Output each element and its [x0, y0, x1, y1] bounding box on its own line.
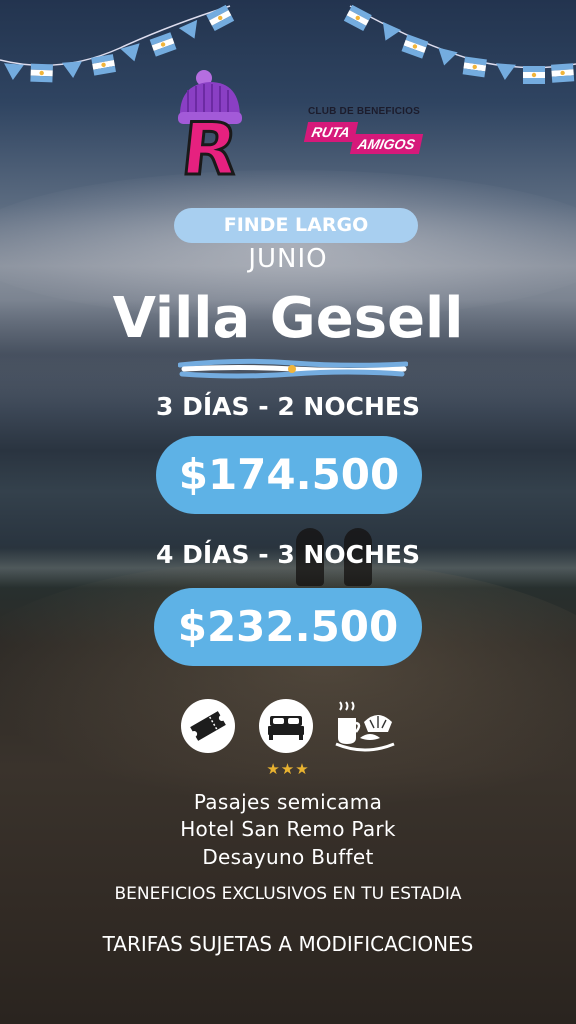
club-logo: CLUB DE BENEFICIOS RUTA AMIGOS: [303, 106, 424, 166]
breakfast-icon: [335, 701, 395, 752]
ticket-icon: [181, 699, 235, 753]
package-2-price: $232.500: [154, 588, 422, 666]
argentina-flag: [149, 32, 177, 57]
argentina-flag: [30, 63, 53, 83]
package-2-duration: 4 DÍAS - 3 NOCHES: [156, 540, 420, 569]
month-label: JUNIO: [248, 244, 328, 274]
argentina-flag: [462, 56, 487, 78]
hotel-stars: ★★★: [266, 760, 310, 778]
flag-bunting: [0, 4, 576, 84]
argentina-flag: [343, 4, 372, 32]
argentina-flag: [206, 4, 235, 32]
finde-largo-badge: FINDE LARGO: [174, 208, 418, 243]
blue-pennant: [178, 19, 198, 39]
package-1-duration: 3 DÍAS - 2 NOCHES: [156, 392, 420, 421]
blue-pennant: [62, 61, 82, 78]
amenity-hotel: Hotel San Remo Park: [180, 817, 396, 841]
argentina-flag: [523, 66, 545, 84]
blue-pennant: [438, 47, 458, 66]
package-1-price: $174.500: [156, 436, 422, 514]
amenity-breakfast: Desayuno Buffet: [202, 845, 374, 869]
destination-title: Villa Gesell: [112, 286, 464, 351]
blue-pennant: [4, 63, 24, 80]
ruta-r-logo: R: [176, 70, 243, 185]
flag-brush-stripe: [178, 358, 408, 379]
argentina-flag: [401, 34, 429, 59]
blue-pennant: [382, 21, 402, 41]
blue-pennant: [496, 63, 516, 80]
club-tag-amigos: AMIGOS: [349, 134, 423, 154]
rates-disclaimer: TARIFAS SUJETAS A MODIFICACIONES: [102, 932, 474, 956]
club-tag-ruta: RUTA: [303, 122, 358, 142]
club-title: CLUB DE BENEFICIOS: [308, 106, 420, 117]
argentina-flag: [91, 54, 116, 76]
amenity-transport: Pasajes semicama: [193, 790, 383, 814]
bed-icon: [259, 699, 313, 753]
logo-letter: R: [177, 108, 241, 185]
exclusive-benefits: BENEFICIOS EXCLUSIVOS EN TU ESTADIA: [114, 884, 462, 904]
argentina-flag: [551, 63, 575, 83]
promo-poster: R CLUB DE BENEFICIOS RUTA AMIGOS FINDE L…: [0, 0, 576, 1024]
